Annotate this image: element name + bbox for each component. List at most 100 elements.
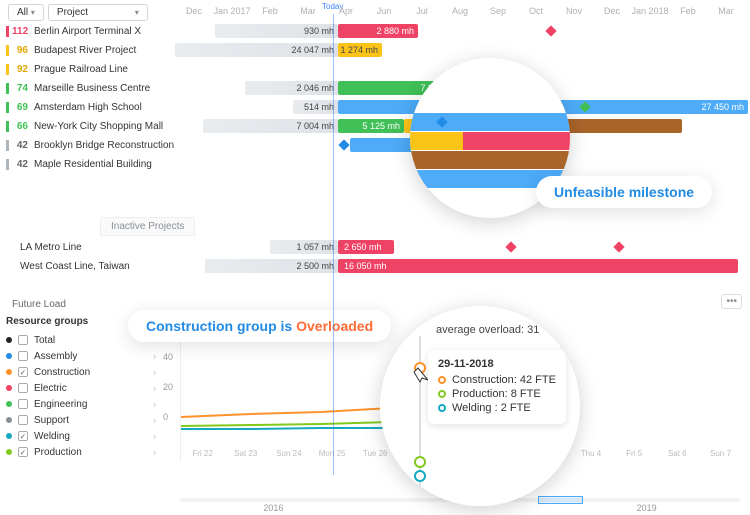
month-label: Feb [669,6,707,22]
resource-label: Total [34,335,55,346]
month-label: Oct [517,6,555,22]
chevron-right-icon: › [153,415,156,425]
month-label: Apr [745,6,750,22]
resource-label: Production [34,447,82,458]
project-badge: 66 [6,121,28,132]
manhours-bar: 514 mh [293,100,338,114]
project-name: LA Metro Line [20,242,82,253]
month-label: Jan 2018 [631,6,669,22]
magnifier-overload: average overload: 31 29-11-2018 Construc… [380,306,580,506]
project-row[interactable]: West Coast Line, Taiwan2 500 mh16 050 mh [0,257,750,276]
gantt-lane: 24 047 mh1 274 mh [175,41,750,60]
chevron-down-icon: ▾ [135,8,139,17]
callout-overloaded: Construction group is Overloaded [128,310,391,342]
chevron-down-icon: ▾ [31,8,35,17]
chevron-right-icon: › [153,447,156,457]
chevron-right-icon: › [153,383,156,393]
checkbox[interactable]: ✓ [18,431,28,441]
project-row[interactable]: 74Marseille Business Centre2 046 mh7 200… [0,79,750,98]
tooltip-row: Welding : 2 FTE [438,402,556,414]
filter-all-label: All [17,7,28,18]
project-name: New-York City Shopping Mall [34,121,163,132]
resource-item[interactable]: ✓ Production › [6,444,156,460]
project-row[interactable]: 69Amsterdam High School514 mh27 450 mh [0,98,750,117]
color-dot [6,369,12,375]
project-badge: 92 [6,64,28,75]
project-row[interactable]: 66 New-York City Shopping Mall 7 004 mh5 1… [0,117,750,136]
month-label: Sep [479,6,517,22]
color-dot [6,401,12,407]
tooltip-date: 29-11-2018 [438,358,556,370]
resource-item[interactable]: Support › [6,412,156,428]
month-label: Jun [365,6,403,22]
month-label: Mar [289,6,327,22]
project-name: West Coast Line, Taiwan [20,261,130,272]
project-row[interactable]: 96 Budapest River Project 24 047 mh1 274 m… [0,41,750,60]
project-name: Marseille Business Centre [34,83,150,94]
resource-label: Electric [34,383,67,394]
month-label: Mar [707,6,745,22]
checkbox[interactable] [18,415,28,425]
chevron-right-icon: › [153,399,156,409]
y-tick: 0 [163,412,168,422]
project-row[interactable]: 42Maple Residential Building [0,155,750,174]
timeline-header: DecJan 2017FebMarAprJunJulAugSepOctNovDe… [175,6,750,22]
color-dot [6,353,12,359]
color-dot [6,337,12,343]
resource-item[interactable]: Electric › [6,380,156,396]
project-name: Budapest River Project [34,45,136,56]
manhours-bar: 7 004 mh [203,119,338,133]
project-badge: 96 [6,45,28,56]
milestone-diamond[interactable] [338,139,349,150]
project-name: Amsterdam High School [34,102,142,113]
manhours-bar: 930 mh [215,24,338,38]
more-button[interactable]: ••• [721,294,742,309]
phase-bar[interactable]: 2 880 mh [338,24,418,38]
color-dot [6,433,12,439]
gantt-lane: 930 mh2 880 mh [175,22,750,41]
future-load-tab[interactable]: Future Load [6,296,72,313]
project-row[interactable]: 42Brooklyn Bridge Reconstruction3 200 mh [0,136,750,155]
checkbox[interactable] [18,399,28,409]
resource-item[interactable]: Engineering › [6,396,156,412]
project-badge: 112 [6,26,28,37]
project-row[interactable]: 92 Prague Railroad Line [0,60,750,79]
month-label: Feb [251,6,289,22]
resource-groups-header: Resource groups [6,316,88,327]
checkbox[interactable] [18,351,28,361]
milestone-diamond[interactable] [545,25,556,36]
project-rows: 112 Berlin Airport Terminal X 930 mh2 880 … [0,22,750,174]
resource-list: Total›Assembly›✓Construction›Electric›En… [6,332,156,460]
project-name: Maple Residential Building [34,159,152,170]
project-row[interactable]: LA Metro Line1 057 mh2 650 mh [0,238,750,257]
project-name: Prague Railroad Line [34,64,128,75]
y-tick: 40 [163,352,173,362]
chevron-right-icon: › [153,351,156,361]
phase-bar[interactable]: 5 125 mh [338,119,404,133]
filter-scope[interactable]: Project ▾ [48,4,148,21]
resource-item[interactable]: Assembly › [6,348,156,364]
filter-all[interactable]: All ▾ [8,4,44,21]
inactive-rows: LA Metro Line1 057 mh2 650 mhWest Coast … [0,238,750,276]
color-dot [6,417,12,423]
month-label: Jul [403,6,441,22]
resource-label: Assembly [34,351,77,362]
y-tick: 20 [163,382,173,392]
chevron-right-icon: › [153,431,156,441]
resource-label: Support [34,415,69,426]
tooltip-row: Production: 8 FTE [438,388,556,400]
resource-item[interactable]: ✓Welding› [6,428,156,444]
phase-bar[interactable]: 1 274 mh [338,43,382,57]
month-label: Aug [441,6,479,22]
inactive-projects-tab[interactable]: Inactive Projects [100,217,195,236]
month-label: Nov [555,6,593,22]
checkbox[interactable]: ✓ [18,367,28,377]
resource-label: Engineering [34,399,87,410]
project-row[interactable]: 112 Berlin Airport Terminal X 930 mh2 880 … [0,22,750,41]
checkbox[interactable]: ✓ [18,447,28,457]
checkbox[interactable] [18,383,28,393]
month-label: Dec [175,6,213,22]
project-name: Berlin Airport Terminal X [34,26,141,37]
resource-item[interactable]: ✓Construction› [6,364,156,380]
checkbox[interactable] [18,335,28,345]
